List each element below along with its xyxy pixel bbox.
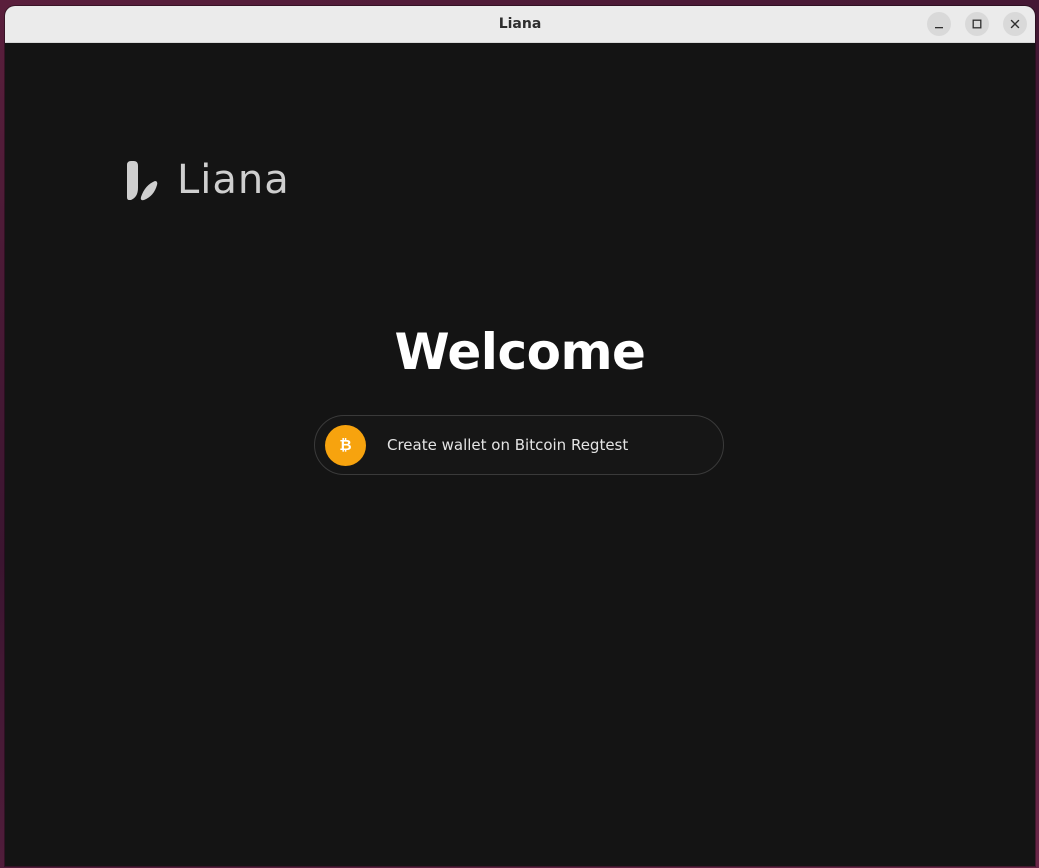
close-icon	[1010, 19, 1020, 29]
bitcoin-glyph: ₿	[339, 436, 352, 454]
app-window: Liana Liana Welcome ₿ Create wallet on B…	[5, 6, 1035, 866]
close-button[interactable]	[1003, 12, 1027, 36]
create-wallet-label: Create wallet on Bitcoin Regtest	[387, 436, 629, 454]
page-title: Welcome	[394, 323, 646, 381]
maximize-button[interactable]	[965, 12, 989, 36]
bitcoin-icon: ₿	[325, 424, 366, 466]
liana-logo-mark-icon	[127, 161, 158, 201]
create-wallet-button[interactable]: ₿ Create wallet on Bitcoin Regtest	[314, 415, 724, 475]
main-content: Liana Welcome ₿ Create wallet on Bitcoin…	[5, 43, 1035, 866]
logo-text: Liana	[177, 157, 290, 203]
window-title: Liana	[498, 16, 542, 32]
liana-logo: Liana	[125, 157, 290, 203]
maximize-icon	[972, 19, 982, 29]
title-bar[interactable]: Liana	[5, 6, 1035, 43]
minimize-button[interactable]	[927, 12, 951, 36]
minimize-icon	[935, 27, 943, 29]
